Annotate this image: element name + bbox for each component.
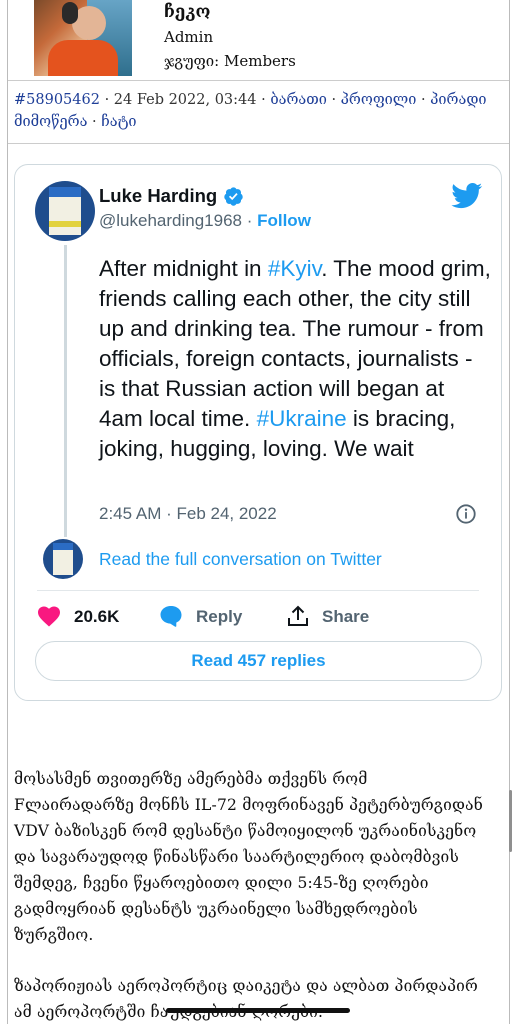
conversation-avatar[interactable]: [43, 539, 83, 579]
like-count: 20.6K: [74, 607, 120, 626]
hashtag-kyiv[interactable]: #Kyiv: [268, 256, 321, 281]
twitter-bird-icon[interactable]: [451, 183, 483, 209]
read-full-conversation-link[interactable]: Read the full conversation on Twitter: [99, 549, 382, 570]
tweet-text: After midnight in #Kyiv. The mood grim, …: [99, 254, 493, 464]
handle-separator: ·: [241, 211, 258, 230]
post-id-link[interactable]: #58905462: [14, 92, 100, 108]
author-group: ჯგუფი: Members: [164, 52, 296, 70]
tweet-author-name[interactable]: Luke Harding: [99, 185, 217, 207]
right-border: [509, 0, 510, 1024]
share-label: Share: [322, 607, 370, 626]
separator-dot: ·: [92, 114, 97, 130]
tweet-divider: [37, 590, 479, 591]
separator-dot: ·: [331, 92, 337, 108]
post-meta: #58905462 · 24 Feb 2022, 03:44 · ბარათი …: [14, 89, 501, 133]
header-divider: [8, 80, 509, 81]
tweet-text-part: After midnight in: [99, 256, 268, 281]
follow-button[interactable]: Follow: [257, 211, 311, 230]
profile-link[interactable]: პროფილი: [341, 92, 417, 108]
post-datetime: 24 Feb 2022, 03:44: [113, 92, 257, 108]
home-indicator[interactable]: [166, 1008, 350, 1013]
chat-link[interactable]: ჩატი: [101, 114, 136, 130]
rate-link[interactable]: ბარათი: [270, 92, 327, 108]
author-name[interactable]: ჩეკო: [164, 2, 210, 22]
tweet-timestamp[interactable]: 2:45 AM · Feb 24, 2022: [99, 504, 277, 524]
heart-icon: [38, 606, 60, 627]
separator-dot: ·: [420, 92, 426, 108]
post-paragraph-2: ზაპორიჟიას აეროპორტიც დაიკეტა და ალბათ პ…: [14, 977, 479, 1021]
user-avatar[interactable]: [34, 0, 132, 76]
separator-dot: ·: [104, 92, 110, 108]
embedded-tweet[interactable]: Luke Harding @lukeharding1968 · Follow A…: [14, 164, 502, 701]
left-border: [7, 0, 8, 1024]
tweet-handle-row: @lukeharding1968 · Follow: [99, 211, 311, 231]
tweet-author-avatar[interactable]: [35, 181, 95, 241]
info-icon[interactable]: [455, 503, 477, 525]
thread-line: [64, 245, 67, 537]
tweet-text-part: . The mood grim, friends calling each ot…: [99, 256, 491, 431]
post-paragraph-1: მოსასმენ თვითერზე ამერებმა თქვენს რომ Fლ…: [14, 770, 483, 944]
reply-label: Reply: [196, 607, 243, 626]
tweet-author-handle[interactable]: @lukeharding1968: [99, 211, 242, 230]
author-role: Admin: [164, 28, 214, 46]
share-icon: [288, 605, 308, 626]
verified-badge-icon: [224, 187, 243, 206]
read-replies-button[interactable]: Read 457 replies: [35, 641, 482, 681]
reply-bubble-icon: [160, 606, 182, 627]
hashtag-ukraine[interactable]: #Ukraine: [257, 406, 347, 431]
meta-divider: [8, 143, 509, 144]
separator-dot: ·: [261, 92, 266, 108]
scrollbar-thumb[interactable]: [509, 790, 512, 852]
